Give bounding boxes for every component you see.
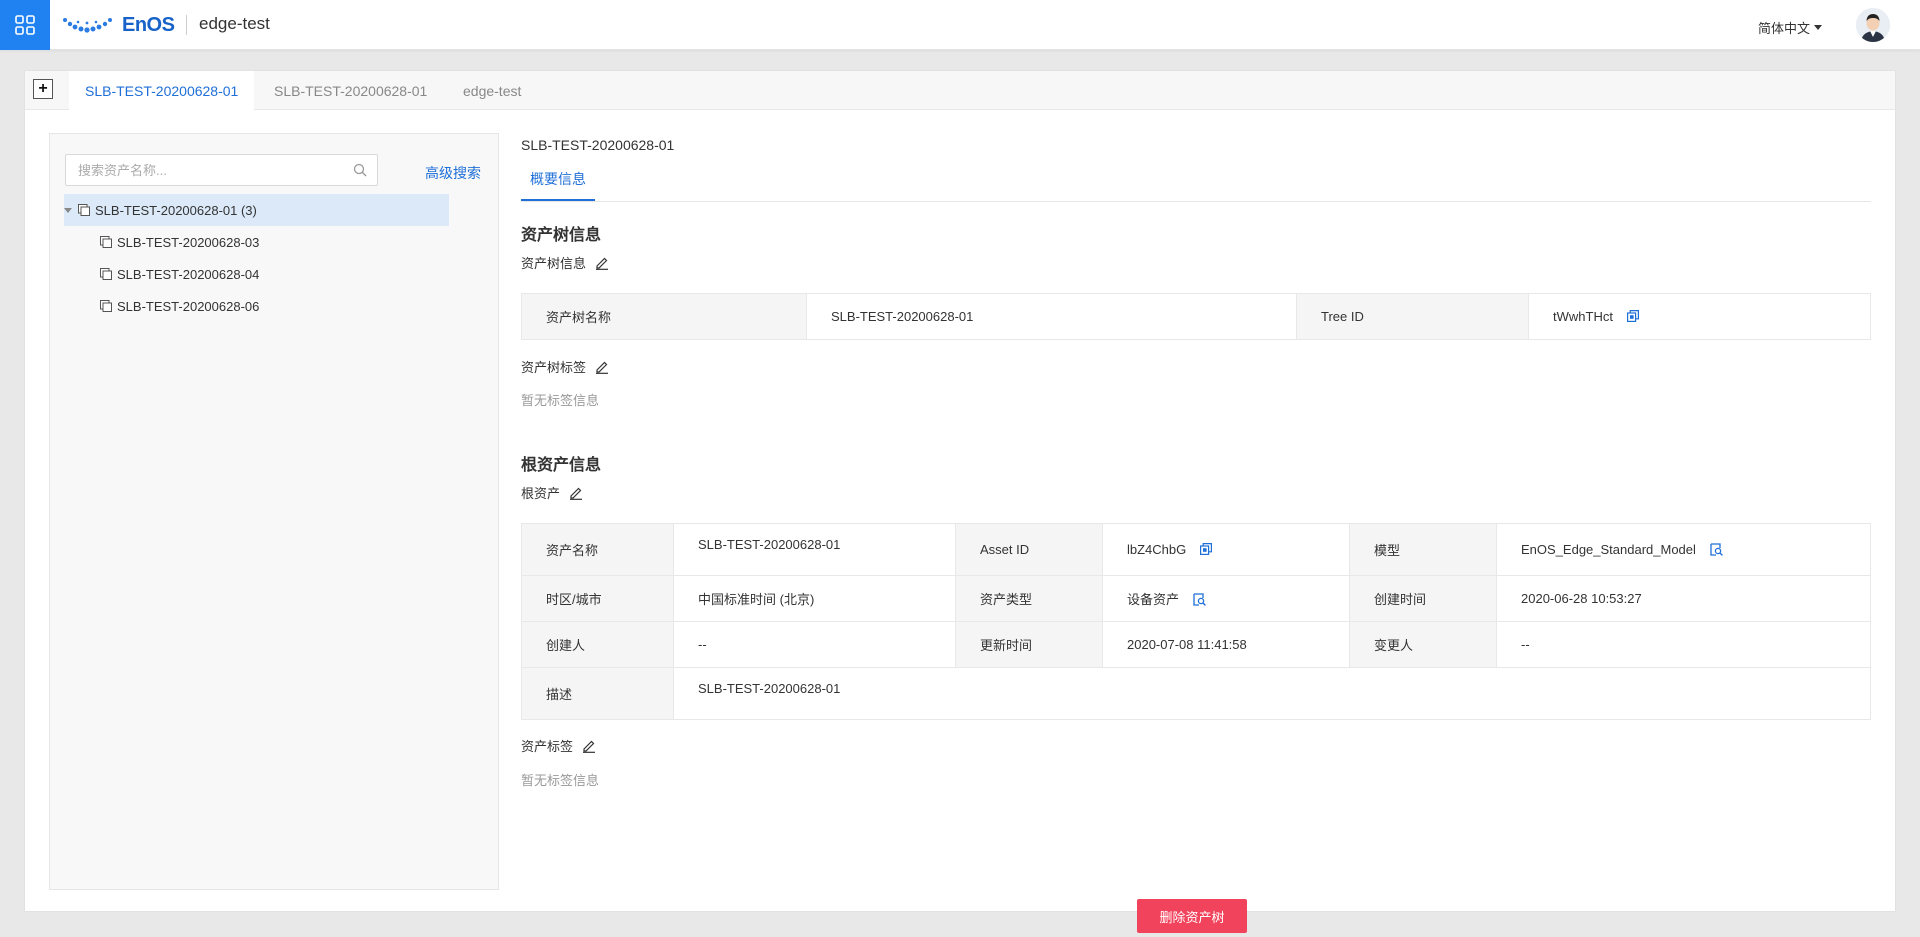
view-details-icon[interactable] (1709, 543, 1723, 556)
tree-node[interactable]: SLB-TEST-20200628-03 (100, 226, 259, 258)
asset-name-value: SLB-TEST-20200628-01 (673, 523, 956, 576)
asset-node-icon (100, 300, 112, 312)
edit-icon[interactable] (595, 256, 609, 270)
edit-icon[interactable] (595, 360, 609, 374)
asset-type-value: 设备资产 (1127, 592, 1180, 607)
language-selector[interactable]: 简体中文 (1758, 18, 1823, 37)
chevron-down-icon (1814, 25, 1823, 30)
asset-node-icon (100, 268, 112, 280)
tab-slb-test-01-2[interactable]: SLB-TEST-20200628-01 (258, 71, 443, 110)
app-name: edge-test (199, 14, 270, 33)
asset-node-icon (78, 204, 90, 216)
tree-id-cell: tWwhTHct (1528, 293, 1871, 340)
edit-icon[interactable] (569, 486, 583, 500)
subtab-divider (521, 201, 1871, 202)
tab-overview[interactable]: 概要信息 (521, 169, 595, 201)
user-avatar-icon (1856, 8, 1890, 42)
tree-tags-empty: 暂无标签信息 (521, 393, 600, 408)
tree-root-label: SLB-TEST-20200628-01 (3) (95, 202, 257, 218)
edit-icon[interactable] (582, 739, 596, 753)
asset-name-key: 资产名称 (521, 523, 674, 576)
tree-info-label-text: 资产树信息 (521, 256, 587, 271)
tree-node-label: SLB-TEST-20200628-03 (117, 234, 260, 250)
tree-id-key: Tree ID (1296, 293, 1529, 340)
tree-tags-label-text: 资产树标签 (521, 360, 587, 375)
top-header: EnOS edge-test 简体中文 (0, 0, 1920, 50)
created-time-key: 创建时间 (1349, 575, 1497, 622)
grid-apps-icon (15, 15, 35, 35)
tree-node-label: SLB-TEST-20200628-04 (117, 266, 260, 282)
copy-icon[interactable] (1199, 543, 1212, 555)
asset-tags-label-text: 资产标签 (521, 739, 574, 754)
language-label: 简体中文 (1758, 21, 1811, 36)
root-info-section-title: 根资产信息 (521, 457, 602, 474)
model-value: EnOS_Edge_Standard_Model (1521, 542, 1696, 557)
tab-slb-test-01[interactable]: SLB-TEST-20200628-01 (69, 71, 255, 111)
creator-key: 创建人 (521, 621, 674, 668)
asset-tree-panel: 高级搜索 SLB-TEST-20200628-01 (3) SLB-TEST-2… (49, 133, 499, 890)
asset-title: SLB-TEST-20200628-01 (521, 137, 675, 153)
tree-node[interactable]: SLB-TEST-20200628-06 (100, 290, 259, 322)
workspace-card: + SLB-TEST-20200628-01 SLB-TEST-20200628… (24, 70, 1896, 933)
modifier-value: -- (1496, 621, 1871, 668)
asset-type-key: 资产类型 (955, 575, 1103, 622)
description-value: SLB-TEST-20200628-01 (673, 667, 1871, 720)
advanced-search-link[interactable]: 高级搜索 (425, 163, 481, 183)
asset-node-icon (100, 236, 112, 248)
tree-root-node[interactable]: SLB-TEST-20200628-01 (3) (64, 194, 449, 226)
model-key: 模型 (1349, 523, 1497, 576)
creator-value: -- (673, 621, 956, 668)
search-icon[interactable] (353, 163, 367, 177)
enos-logo[interactable]: EnOS (62, 13, 175, 37)
model-cell: EnOS_Edge_Standard_Model (1496, 523, 1871, 576)
tree-name-value: SLB-TEST-20200628-01 (806, 293, 1297, 340)
tree-name-key: 资产树名称 (521, 293, 807, 340)
asset-type-cell: 设备资产 (1102, 575, 1350, 622)
copy-icon[interactable] (1626, 310, 1639, 322)
enos-logo-icon (63, 18, 112, 33)
header-divider (186, 15, 187, 35)
root-asset-label-text: 根资产 (521, 486, 561, 501)
asset-tags-empty: 暂无标签信息 (521, 773, 600, 788)
tree-info-section-title: 资产树信息 (521, 227, 602, 244)
asset-id-cell: lbZ4ChbG (1102, 523, 1350, 576)
add-tab-button[interactable]: + (33, 79, 53, 99)
updated-time-value: 2020-07-08 11:41:58 (1102, 621, 1350, 668)
tree-info-label: 资产树信息 (521, 253, 609, 272)
asset-id-value: lbZ4ChbG (1127, 542, 1187, 557)
tree-node[interactable]: SLB-TEST-20200628-04 (100, 258, 259, 290)
asset-search-box[interactable] (65, 154, 378, 186)
view-details-icon[interactable] (1192, 593, 1206, 606)
tab-edge-test[interactable]: edge-test (447, 71, 537, 110)
description-key: 描述 (521, 667, 674, 720)
root-asset-table: 资产名称 SLB-TEST-20200628-01 Asset ID lbZ4C… (521, 523, 1871, 720)
timezone-key: 时区/城市 (521, 575, 674, 622)
timezone-value: 中国标准时间 (北京) (673, 575, 956, 622)
asset-tags-label: 资产标签 (521, 736, 596, 755)
tree-id-value: tWwhTHct (1553, 309, 1613, 324)
user-avatar[interactable] (1856, 8, 1890, 42)
tree-tags-label: 资产树标签 (521, 357, 609, 376)
logo-text: EnOS (122, 13, 175, 36)
asset-id-key: Asset ID (955, 523, 1103, 576)
tab-bar: + SLB-TEST-20200628-01 SLB-TEST-20200628… (25, 71, 1895, 111)
tree-info-table: 资产树名称 SLB-TEST-20200628-01 Tree ID tWwhT… (521, 293, 1871, 340)
root-asset-label: 根资产 (521, 483, 583, 502)
asset-search-input[interactable] (66, 155, 336, 185)
apps-menu-button[interactable] (0, 0, 50, 50)
caret-down-icon[interactable] (64, 207, 72, 213)
delete-asset-tree-button[interactable]: 删除资产树 (1137, 899, 1247, 933)
tree-node-label: SLB-TEST-20200628-06 (117, 298, 260, 314)
modifier-key: 变更人 (1349, 621, 1497, 668)
created-time-value: 2020-06-28 10:53:27 (1496, 575, 1871, 622)
updated-time-key: 更新时间 (955, 621, 1103, 668)
